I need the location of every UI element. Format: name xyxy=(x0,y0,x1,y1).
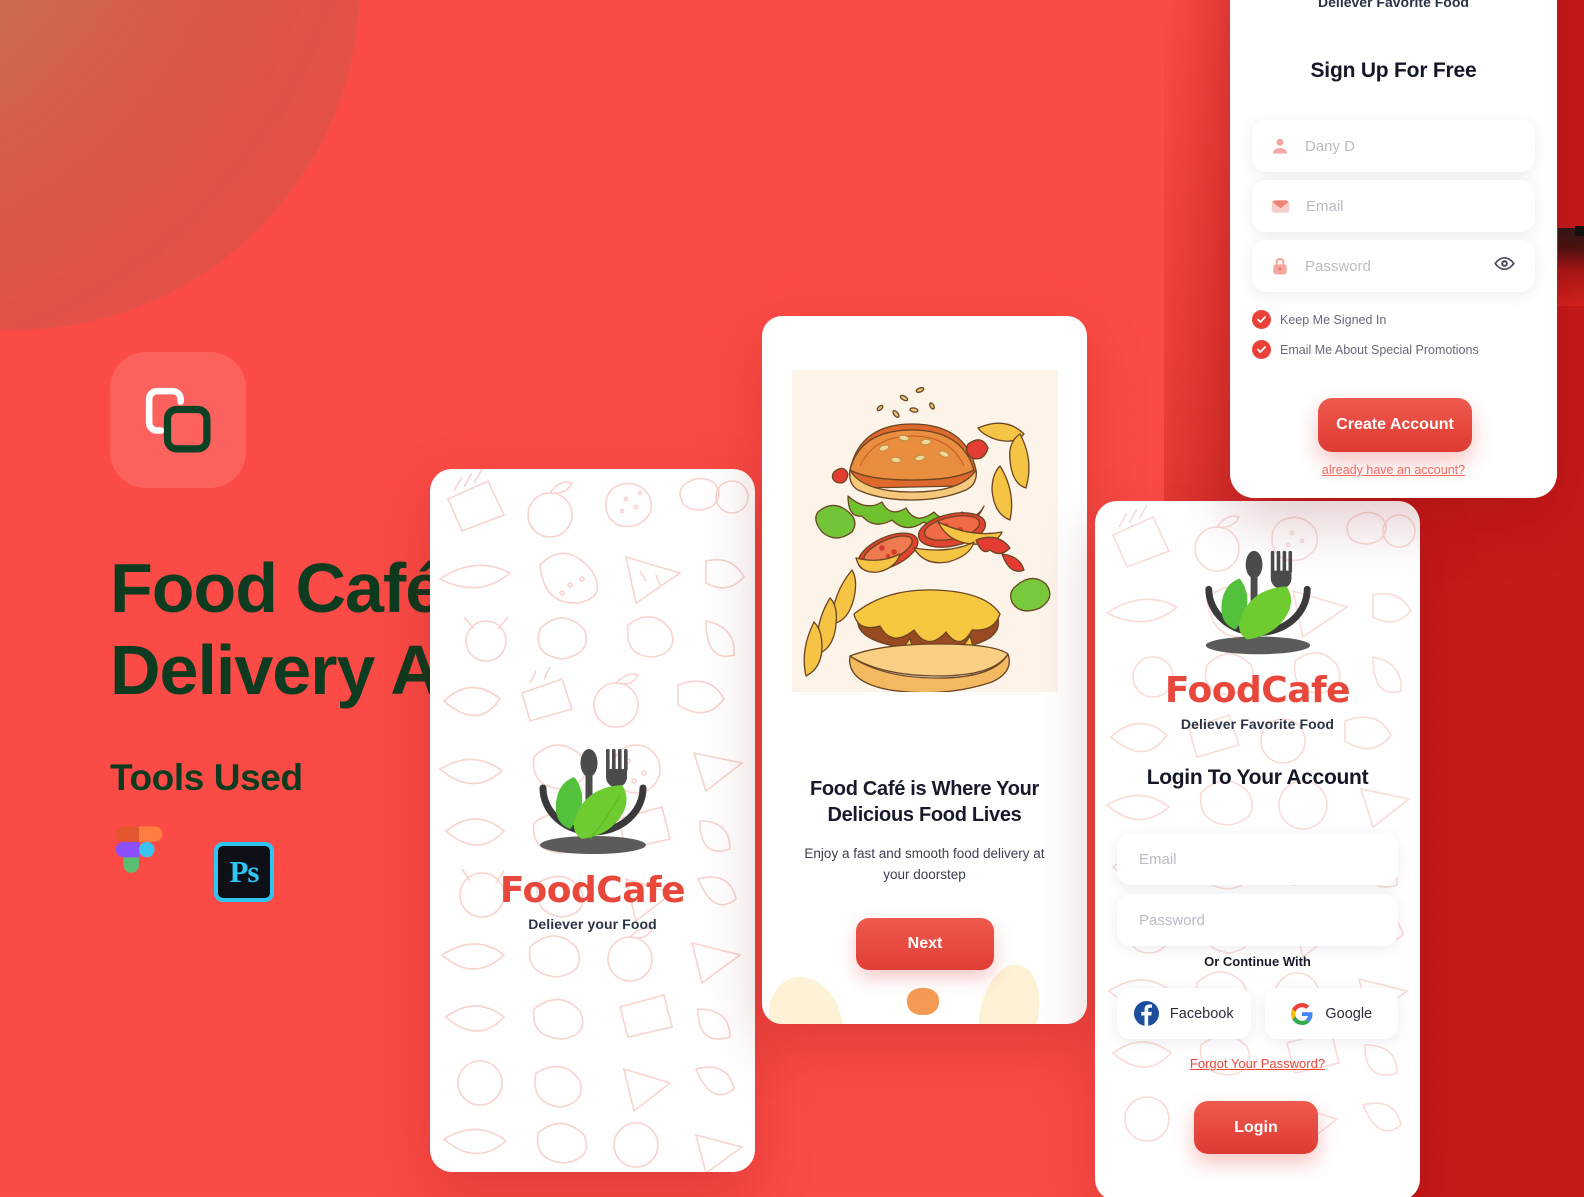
decorative-blob-left xyxy=(762,967,855,1024)
forgot-password-link[interactable]: Forgot Your Password? xyxy=(1095,1056,1420,1071)
tools-used-label: Tools Used xyxy=(110,757,303,798)
logo-tagline: Deliever Favorite Food xyxy=(1180,716,1335,732)
email-field[interactable]: Email xyxy=(1252,180,1535,232)
or-continue-label: Or Continue With xyxy=(1204,954,1311,969)
exploded-burger-illustration xyxy=(792,370,1058,692)
app-icon-tile xyxy=(110,352,246,488)
envelope-icon xyxy=(1271,199,1290,213)
google-button-label: Google xyxy=(1325,1005,1373,1022)
onboarding-title: Food Café is Where Your Delicious Food L… xyxy=(809,778,1040,827)
social-login-row: Facebook Google xyxy=(1117,988,1398,1039)
logo-tagline: Deliever your Food xyxy=(528,916,657,932)
password-field-placeholder: Password xyxy=(1305,257,1371,275)
check-icon xyxy=(1252,340,1271,359)
next-button[interactable]: Next xyxy=(856,918,994,970)
password-field[interactable]: Password xyxy=(1117,894,1398,946)
overlapping-squares-icon xyxy=(145,387,211,453)
check-icon xyxy=(1252,310,1271,329)
keep-signed-in-label: Keep Me Signed In xyxy=(1280,312,1387,327)
email-field-placeholder: Email xyxy=(1306,197,1344,215)
figma-icon xyxy=(108,826,170,918)
tools-row: Ps xyxy=(108,826,274,918)
splash-screen-card: FoodCafe Deliever your Food xyxy=(430,469,755,1172)
login-logo: FoodCafe Deliever Favorite Food xyxy=(1095,543,1420,732)
user-icon xyxy=(1273,138,1287,154)
edge-artifact xyxy=(1558,228,1584,306)
foodcafe-logo-mark xyxy=(539,749,646,854)
keep-signed-in-checkbox[interactable]: Keep Me Signed In xyxy=(1252,310,1386,329)
password-field[interactable]: Password xyxy=(1252,240,1535,292)
facebook-icon xyxy=(1133,1001,1159,1026)
promotions-label: Email Me About Special Promotions xyxy=(1280,342,1479,357)
edge-artifact-dark xyxy=(1575,226,1584,236)
signup-screen-card: Deliever Favorite Food Sign Up For Free … xyxy=(1230,0,1557,498)
signup-title: Sign Up For Free xyxy=(1310,59,1477,82)
toggle-password-visibility-icon[interactable] xyxy=(1494,253,1515,279)
google-button[interactable]: Google xyxy=(1264,988,1398,1039)
logo-wordmark: FoodCafe xyxy=(1164,670,1351,711)
signup-logo-tagline: Deliever Favorite Food xyxy=(1318,0,1469,10)
email-field[interactable]: Email xyxy=(1117,833,1398,885)
google-icon xyxy=(1291,1002,1313,1025)
login-button[interactable]: Login xyxy=(1194,1101,1318,1154)
onboarding-subtitle: Enjoy a fast and smooth food delivery at… xyxy=(804,846,1045,882)
decorative-blob-center xyxy=(907,988,939,1015)
photoshop-icon-label: Ps xyxy=(229,854,260,889)
email-field-placeholder: Email xyxy=(1139,850,1177,868)
create-account-button[interactable]: Create Account xyxy=(1318,398,1472,452)
password-field-placeholder: Password xyxy=(1139,911,1205,929)
already-have-account-link[interactable]: already have an account? xyxy=(1230,463,1557,477)
facebook-button[interactable]: Facebook xyxy=(1117,988,1251,1039)
photoshop-icon: Ps xyxy=(214,842,274,902)
login-screen-card: FoodCafe Deliever Favorite Food Login To… xyxy=(1095,501,1420,1197)
promotions-checkbox[interactable]: Email Me About Special Promotions xyxy=(1252,340,1479,359)
logo-wordmark: FoodCafe xyxy=(499,870,686,911)
lock-icon xyxy=(1273,257,1287,275)
login-title: Login To Your Account xyxy=(1146,766,1369,789)
foodcafe-logo-mark xyxy=(1204,550,1311,655)
name-field-placeholder: Dany D xyxy=(1305,137,1356,155)
name-field[interactable]: Dany D xyxy=(1252,120,1535,172)
onboarding-screen-card: Food Café is Where Your Delicious Food L… xyxy=(762,316,1087,1024)
splash-logo: FoodCafe Deliever your Food xyxy=(430,741,755,932)
facebook-button-label: Facebook xyxy=(1169,1005,1234,1022)
